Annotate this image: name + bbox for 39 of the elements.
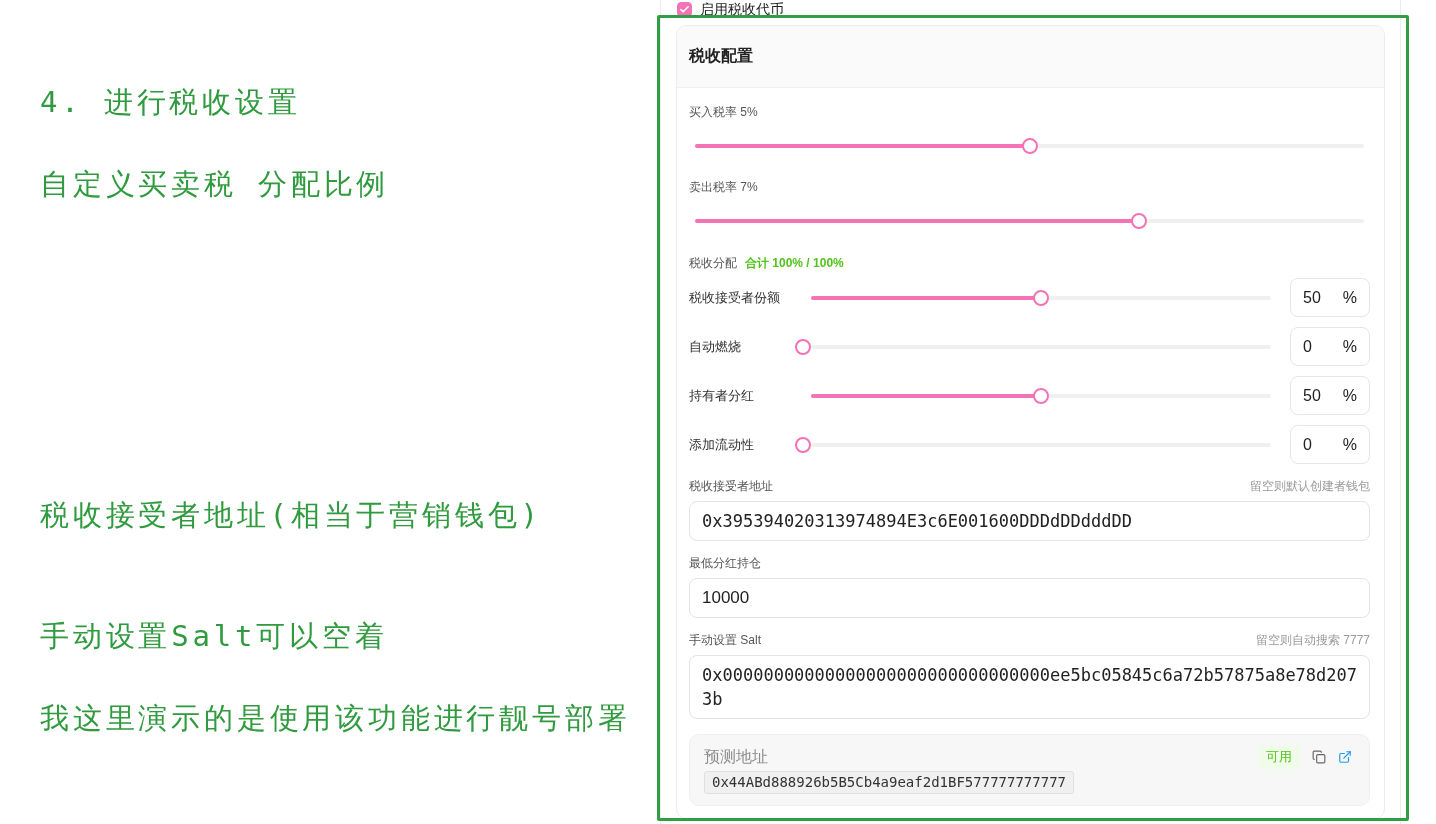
annotation-text: 税收接受者地址(相当于营销钱包) bbox=[40, 497, 542, 534]
annotation-text: 4. 进行税收设置 bbox=[40, 84, 301, 121]
field-hint: 留空则默认创建者钱包 bbox=[1250, 478, 1370, 495]
slider-label: 买入税率 5% bbox=[689, 104, 758, 121]
panel-label: 预测地址 bbox=[704, 746, 768, 767]
share-label: 税收接受者份额 bbox=[689, 288, 780, 307]
field-label: 税收接受者地址 bbox=[689, 478, 773, 495]
share-label: 添加流动性 bbox=[689, 435, 754, 454]
checkbox-label: 启用税收代币 bbox=[700, 0, 784, 18]
percent-field[interactable]: 50 % bbox=[1290, 376, 1370, 415]
field-label: 最低分红持仓 bbox=[689, 555, 761, 572]
address-code: 0x44ABd888926b5B5Cb4a9eaf2d1BF577777777777 bbox=[704, 771, 1074, 794]
status-badge: 可用 bbox=[1258, 745, 1300, 769]
slider-handle[interactable] bbox=[1131, 213, 1148, 229]
slider-handle[interactable] bbox=[1021, 138, 1038, 154]
input-field[interactable]: 0x395394020313974894E3c6E001600DDDdDDdddDD bbox=[689, 501, 1370, 541]
section-label: 税收分配 bbox=[689, 255, 737, 272]
checkmark-icon bbox=[679, 3, 690, 15]
slider-handle[interactable] bbox=[795, 436, 811, 453]
slider-handle[interactable] bbox=[1033, 387, 1049, 404]
input-field[interactable]: 10000 bbox=[689, 578, 1370, 618]
field-hint: 留空则自动搜索 7777 bbox=[1255, 632, 1370, 649]
external-link-icon[interactable] bbox=[1338, 750, 1352, 764]
copy-icon[interactable] bbox=[1312, 750, 1326, 764]
percent-field[interactable]: 50 % bbox=[1290, 278, 1370, 317]
total-text: 合计 100% / 100% bbox=[745, 255, 844, 272]
input-field[interactable]: 0x00000000000000000000000000000000ee5bc05845c6a72b57875a8e78d2073b bbox=[689, 655, 1370, 719]
annotation-text: 自定义买卖税 分配比例 bbox=[40, 166, 390, 203]
share-label: 自动燃烧 bbox=[689, 337, 741, 356]
share-label: 持有者分红 bbox=[689, 386, 754, 405]
slider-label: 卖出税率 7% bbox=[689, 179, 758, 196]
slider-handle[interactable] bbox=[1033, 289, 1049, 306]
slider-handle[interactable] bbox=[795, 338, 811, 355]
percent-field[interactable]: 0 % bbox=[1290, 327, 1370, 366]
card-title: 税收配置 bbox=[689, 46, 753, 66]
annotation-text: 手动设置Salt可以空着 bbox=[40, 618, 388, 655]
annotation-text: 我这里演示的是使用该功能进行靓号部署 bbox=[40, 700, 631, 737]
percent-field[interactable]: 0 % bbox=[1290, 425, 1370, 464]
field-label: 手动设置 Salt bbox=[689, 632, 761, 649]
